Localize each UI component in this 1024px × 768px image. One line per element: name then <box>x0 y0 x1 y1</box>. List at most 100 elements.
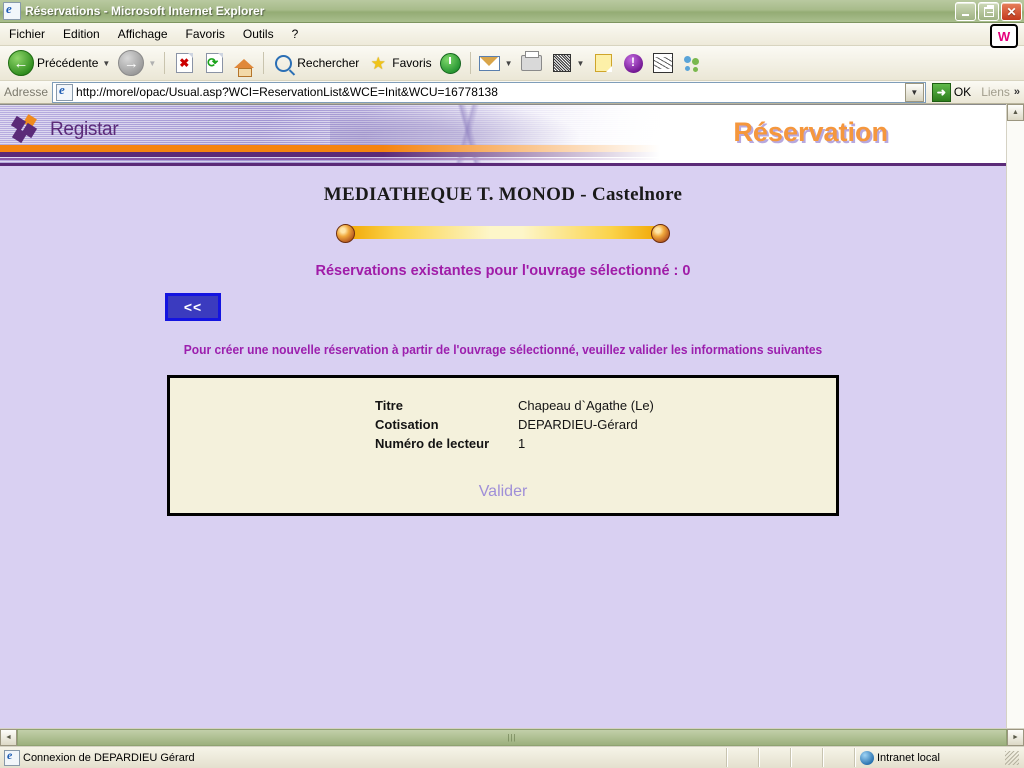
notes-icon <box>592 52 614 74</box>
label-cotisation: Cotisation <box>375 417 439 432</box>
address-input[interactable]: http://morel/opac/Usual.asp?WCI=Reservat… <box>52 81 926 103</box>
menu-affichage[interactable]: Affichage <box>109 25 177 43</box>
brand-logo-icon: W <box>990 24 1018 48</box>
edit-dropdown-icon[interactable]: ▼ <box>577 59 585 68</box>
print-icon <box>521 51 543 74</box>
menu-aide[interactable]: ? <box>283 25 308 43</box>
toolbar-separator-2 <box>263 52 265 74</box>
vertical-scrollbar[interactable]: ▲ <box>1006 104 1024 728</box>
links-button[interactable]: Liens <box>977 85 1014 99</box>
toolbar-overflow-icon[interactable]: » <box>1014 86 1024 98</box>
back-button-label: Précédente <box>37 56 99 70</box>
discuss-icon <box>652 52 674 74</box>
ie-page-icon <box>3 2 21 20</box>
back-button-row: << <box>0 293 1006 321</box>
favorites-star-icon: ★ <box>370 53 386 73</box>
edit-button[interactable]: ▼ <box>547 48 589 78</box>
page-content: MEDIATHEQUE T. MONOD - Castelnore Réserv… <box>0 166 1006 516</box>
discuss-button[interactable] <box>648 48 678 78</box>
minimize-button[interactable] <box>955 2 976 21</box>
refresh-button[interactable]: ⟳ <box>199 48 229 78</box>
people-icon <box>682 52 704 74</box>
status-page-icon <box>4 748 20 766</box>
stop-button[interactable]: ✖ <box>169 48 199 78</box>
decorative-divider <box>336 224 670 243</box>
registar-logo-text: Registar <box>50 119 119 140</box>
window-controls: ✕ <box>955 2 1022 21</box>
status-bar: Connexion de DEPARDIEU Gérard Intranet l… <box>0 746 1024 768</box>
go-button[interactable]: ➜ OK <box>926 82 977 102</box>
search-button[interactable]: Rechercher <box>268 48 363 78</box>
mail-button[interactable]: ▼ <box>475 48 517 78</box>
divider-bar <box>344 226 662 239</box>
search-button-label: Rechercher <box>297 56 360 70</box>
page-back-button[interactable]: << <box>165 293 221 321</box>
horizontal-scroll-thumb[interactable]: ||| <box>17 729 1007 746</box>
menu-bar: Fichier Edition Affichage Favoris Outils… <box>0 23 1024 48</box>
valider-link[interactable]: Valider <box>479 483 528 500</box>
submit-row: Valider <box>170 483 836 501</box>
print-button[interactable] <box>517 48 547 78</box>
menu-favoris[interactable]: Favoris <box>177 25 234 43</box>
menu-outils[interactable]: Outils <box>234 25 283 43</box>
restore-button[interactable] <box>978 2 999 21</box>
refresh-icon: ⟳ <box>203 52 225 74</box>
site-banner: Registar Réservation <box>0 105 1006 163</box>
favorites-button[interactable]: ★ Favoris <box>363 48 435 78</box>
page-title: Réservation <box>733 117 888 147</box>
home-icon <box>233 52 255 77</box>
mail-dropdown-icon[interactable]: ▼ <box>505 59 513 68</box>
messenger-icon <box>622 52 644 74</box>
web-page: Registar Réservation MEDIATHEQUE T. MONO… <box>0 104 1006 728</box>
security-zone-pane[interactable]: Intranet local <box>855 748 1024 767</box>
address-label: Adresse <box>4 85 49 99</box>
address-page-icon <box>56 82 74 101</box>
stop-icon: ✖ <box>173 52 195 74</box>
page-viewport: Registar Réservation MEDIATHEQUE T. MONO… <box>0 104 1024 728</box>
forward-button[interactable]: → ▼ <box>114 48 160 78</box>
resize-grip-icon[interactable] <box>1005 750 1019 765</box>
vertical-scroll-track[interactable] <box>1007 121 1024 728</box>
scroll-up-icon[interactable]: ▲ <box>1007 104 1024 121</box>
window-title: Réservations - Microsoft Internet Explor… <box>25 4 265 18</box>
back-button[interactable]: ← Précédente ▼ <box>4 48 114 78</box>
label-titre: Titre <box>375 398 403 413</box>
status-pane-2 <box>759 748 791 767</box>
history-button[interactable] <box>436 48 466 78</box>
history-icon <box>440 52 462 74</box>
address-url-text: http://morel/opac/Usual.asp?WCI=Reservat… <box>76 85 498 99</box>
close-button[interactable]: ✕ <box>1001 2 1022 21</box>
search-icon <box>272 52 294 74</box>
go-arrow-icon: ➜ <box>931 82 951 102</box>
address-dropdown-icon[interactable]: ▼ <box>904 82 924 102</box>
forward-icon: → <box>118 50 145 76</box>
reservation-form-wrap: Titre Chapeau d`Agathe (Le) Cotisation D… <box>0 375 1006 516</box>
registar-logo[interactable]: Registar <box>10 114 119 144</box>
favorites-button-label: Favoris <box>392 56 432 70</box>
banner-stripe-purple <box>0 152 660 157</box>
security-zone-label: Intranet local <box>877 751 940 764</box>
back-dropdown-icon[interactable]: ▼ <box>102 59 110 68</box>
menu-fichier[interactable]: Fichier <box>0 25 54 43</box>
banner-stripe-orange <box>0 145 660 152</box>
messenger-button[interactable] <box>618 48 648 78</box>
status-pane-1 <box>727 748 759 767</box>
navigation-toolbar: ← Précédente ▼ → ▼ ✖ ⟳ Rechercher ★ Favo… <box>0 46 1024 81</box>
library-heading: MEDIATHEQUE T. MONOD - Castelnore <box>323 184 683 205</box>
scroll-right-icon[interactable]: ► <box>1007 729 1024 746</box>
people-button[interactable] <box>678 48 708 78</box>
scroll-left-icon[interactable]: ◄ <box>0 729 17 746</box>
existing-reservations-text: Réservations existantes pour l'ouvrage s… <box>315 263 691 279</box>
status-message-pane: Connexion de DEPARDIEU Gérard <box>0 748 727 767</box>
forward-dropdown-icon[interactable]: ▼ <box>148 59 156 68</box>
intranet-zone-icon <box>860 750 874 765</box>
divider-orb-right-icon <box>651 224 670 243</box>
registar-diamonds-icon <box>10 114 46 144</box>
reservation-form: Titre Chapeau d`Agathe (Le) Cotisation D… <box>167 375 839 516</box>
home-button[interactable] <box>229 48 259 78</box>
toolbar-separator-3 <box>469 52 471 74</box>
title-bar: Réservations - Microsoft Internet Explor… <box>0 0 1024 23</box>
notes-button[interactable] <box>588 48 618 78</box>
menu-edition[interactable]: Edition <box>54 25 109 43</box>
horizontal-scrollbar[interactable]: ◄ ||| ► <box>0 728 1024 746</box>
